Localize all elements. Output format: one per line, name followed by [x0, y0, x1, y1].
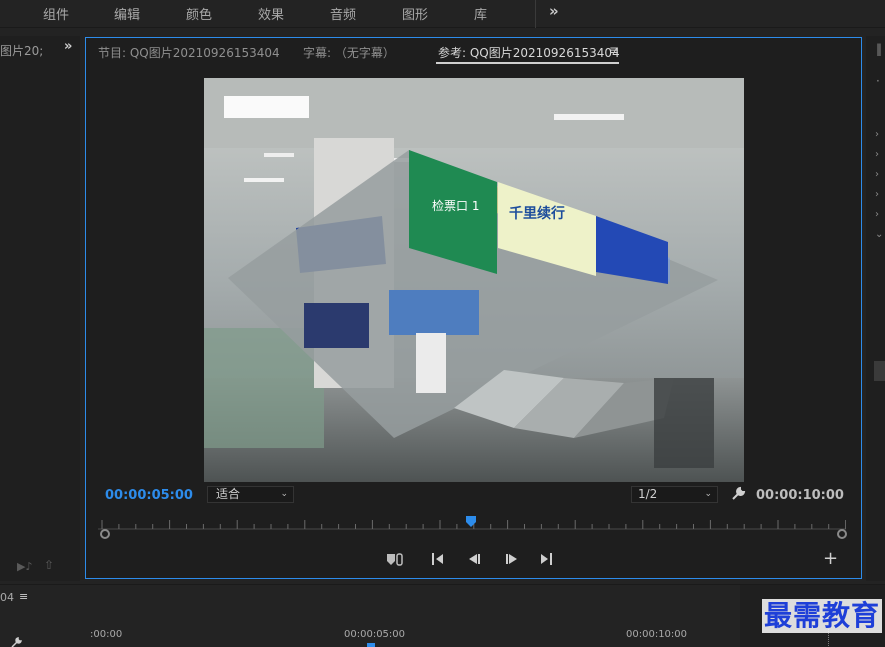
toolbar-divider [535, 0, 536, 28]
zoom-fit-value: 适合 [216, 487, 241, 501]
sequence-tab[interactable]: 04 [0, 591, 14, 604]
duration-timecode: 00:00:10:00 [756, 488, 844, 503]
chevron-right-icon[interactable]: › [875, 149, 879, 160]
workspace-tab-audio[interactable]: 音频 [330, 4, 356, 23]
effects-panel: ‖ · › › › › › ⌄ [866, 36, 885, 581]
workspace-tab-libraries[interactable]: 库 [474, 4, 487, 23]
gate-sign-text: 检票口 1 [432, 198, 479, 213]
program-monitor: 节目: QQ图片20210926153404 字幕: （无字幕） 参考: QQ图… [85, 37, 862, 579]
source-panel: 图片20; » ▶♪ ⇧ [0, 36, 80, 581]
ad-banner-text: 千里续行 [509, 205, 565, 222]
effects-panel-label-edge: · [876, 74, 880, 88]
panel-menu-icon[interactable]: ≡ [609, 43, 619, 57]
wrench-icon[interactable] [730, 486, 746, 502]
button-editor-add-button[interactable]: + [823, 548, 838, 569]
zoom-handle-start[interactable] [100, 529, 110, 539]
workspace-tab-color[interactable]: 颜色 [186, 4, 212, 23]
timeline-time-label: :00:00 [90, 629, 123, 640]
step-back-icon[interactable] [466, 551, 484, 567]
timeline-panel: 04 ≡ :00:00 00:00:05:00 00:00:10:00 最需教育 [0, 584, 885, 647]
active-tab-indicator [436, 62, 619, 64]
chevron-down-icon: ⌄ [704, 489, 712, 499]
timeline-playhead[interactable] [367, 643, 375, 647]
video-frame-image: 检票口 1 千里续行 [204, 78, 744, 482]
playhead-marker[interactable] [466, 516, 476, 527]
source-panel-title[interactable]: 图片20; [0, 42, 44, 59]
playhead-timecode[interactable]: 00:00:05:00 [105, 488, 193, 503]
workspace-bar: 组件 编辑 颜色 效果 音频 图形 库 » [0, 0, 885, 28]
panel-overflow-icon[interactable]: » [64, 39, 72, 54]
zoom-handle-end[interactable] [837, 529, 847, 539]
chevron-right-icon[interactable]: › [875, 209, 879, 220]
chevron-down-icon: ⌄ [280, 489, 288, 499]
export-frame-icon[interactable]: ⇧ [44, 558, 54, 572]
tab-reference[interactable]: 参考: QQ图片20210926153404 [438, 44, 620, 61]
workspace-tab-editing[interactable]: 编辑 [114, 4, 140, 23]
workspace-tab-graphics[interactable]: 图形 [402, 4, 428, 23]
timeline-time-label: 00:00:10:00 [626, 629, 688, 640]
timeline-time-label: 00:00:05:00 [344, 629, 406, 640]
playback-resolution-value: 1/2 [638, 487, 658, 501]
chevron-right-icon[interactable]: › [875, 189, 879, 200]
playback-resolution-dropdown[interactable]: 1/2 ⌄ [631, 486, 718, 503]
workspace-tab-effects[interactable]: 效果 [258, 4, 284, 23]
wrench-icon[interactable] [10, 637, 22, 647]
chevron-right-icon[interactable]: › [875, 129, 879, 140]
tab-program[interactable]: 节目: QQ图片20210926153404 [98, 44, 280, 61]
time-ruler[interactable] [98, 512, 846, 536]
panel-menu-icon[interactable]: ≡ [19, 590, 28, 603]
watermark-logo: 最需教育 [762, 599, 883, 633]
tab-captions[interactable]: 字幕: （无字幕） [303, 44, 395, 61]
add-marker-icon[interactable] [386, 551, 404, 567]
more-workspaces-icon[interactable]: » [549, 2, 559, 20]
insert-icon[interactable]: ▶♪ [17, 560, 32, 573]
selected-effect-row[interactable] [874, 361, 885, 381]
step-forward-icon[interactable] [502, 551, 520, 567]
video-preview[interactable]: 检票口 1 千里续行 [204, 78, 744, 482]
effects-panel-tab-edge[interactable]: ‖ [876, 42, 882, 56]
chevron-right-icon[interactable]: › [875, 169, 879, 180]
chevron-down-icon[interactable]: ⌄ [875, 229, 883, 240]
mark-in-icon[interactable] [430, 551, 448, 567]
zoom-fit-dropdown[interactable]: 适合 ⌄ [207, 486, 294, 503]
workspace-tab-assembly[interactable]: 组件 [43, 4, 69, 23]
mark-out-icon[interactable] [536, 551, 554, 567]
